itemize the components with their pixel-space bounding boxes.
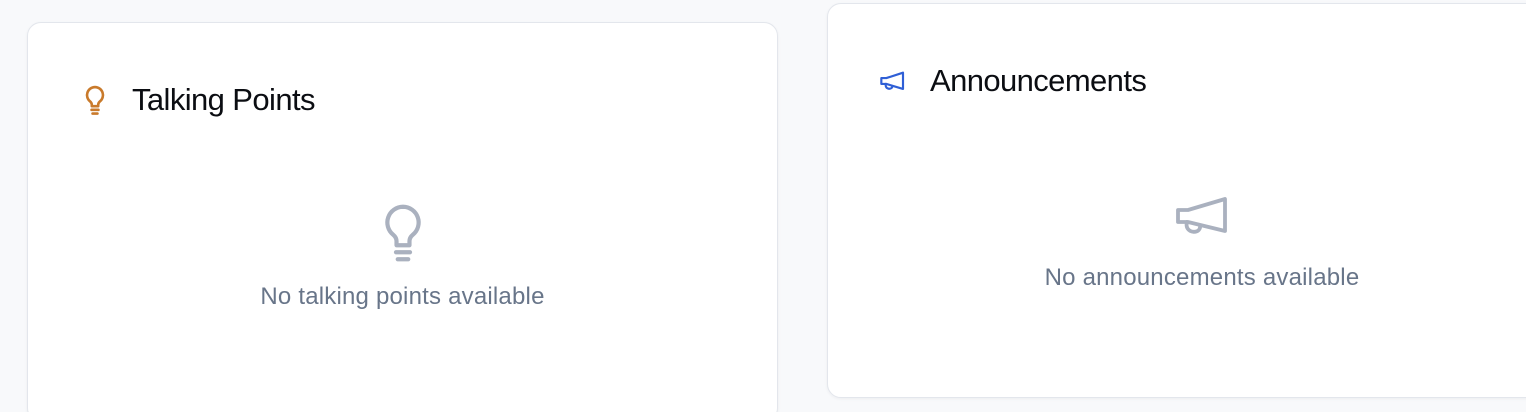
announcements-empty-message: No announcements available (1044, 264, 1360, 291)
announcements-title: Announcements (930, 63, 1147, 98)
announcements-empty-state: No announcements available (828, 192, 1526, 292)
announcements-card: Announcements No announcements available (827, 3, 1526, 398)
talking-points-header: Talking Points (80, 80, 315, 120)
talking-points-card: Talking Points No talking points availab… (27, 22, 778, 412)
talking-points-empty-state: No talking points available (28, 201, 777, 311)
dashboard-panel-row: Talking Points No talking points availab… (0, 0, 1526, 412)
talking-points-title: Talking Points (132, 82, 315, 117)
lightbulb-icon (80, 85, 110, 115)
megaphone-icon (878, 66, 908, 96)
megaphone-icon (1172, 192, 1232, 242)
talking-points-empty-message: No talking points available (260, 283, 545, 310)
lightbulb-icon (381, 201, 425, 265)
announcements-header: Announcements (878, 61, 1147, 101)
